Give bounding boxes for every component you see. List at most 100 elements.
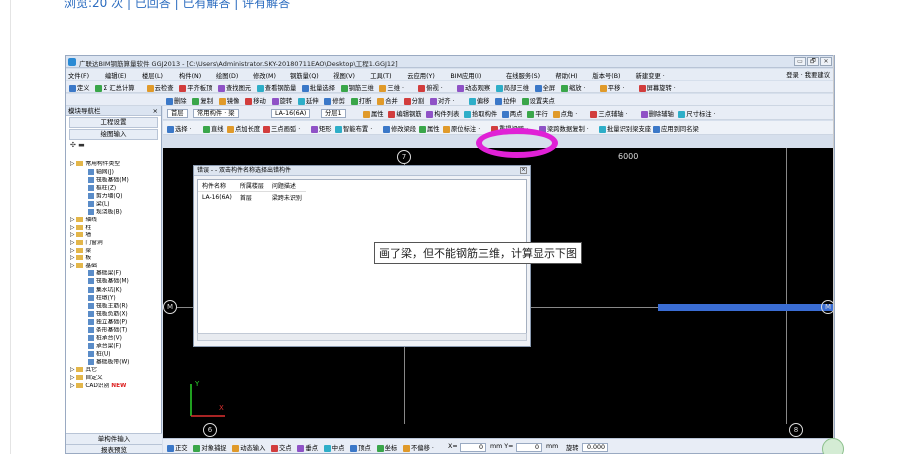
menu-item[interactable]: 版本号(B) <box>592 71 620 80</box>
drawbar-item[interactable]: 三点画弧 · <box>263 124 300 133</box>
toolbar2-item[interactable]: 复制 <box>192 96 213 105</box>
menu-item[interactable]: 编辑(E) <box>105 71 127 80</box>
tree-item[interactable]: 基础梁(F) <box>70 270 162 278</box>
tree-item[interactable]: 桩(U) <box>70 351 162 359</box>
menu-item[interactable]: 绘图(D) <box>216 71 238 80</box>
menu-item[interactable]: 楼层(L) <box>142 71 163 80</box>
layer-select-layer[interactable]: 分层1 <box>321 109 346 118</box>
menu-item[interactable]: 云应用(Y) <box>407 71 435 80</box>
drawbar-item[interactable]: 矩形 <box>311 124 332 133</box>
table-row[interactable]: LA-16(6A) 首层 梁跨未识别 <box>198 192 306 204</box>
layer-tool[interactable]: 平行 <box>527 109 548 118</box>
layer-tool[interactable]: 属性 <box>363 109 384 118</box>
toolbar1-item[interactable]: 平移 · <box>599 83 624 92</box>
toolbar2-item[interactable]: 分割 <box>403 96 424 105</box>
menu-item[interactable]: 文件(F) <box>68 71 89 80</box>
toolbar1-item[interactable]: Σ 汇总计算 <box>95 83 135 92</box>
tree-item[interactable]: 承台梁(F) <box>70 343 162 351</box>
toolbar1-item[interactable]: 平齐板顶 <box>179 83 212 92</box>
tree-item[interactable]: ▷ 常用构件类型 <box>70 161 162 169</box>
menu-item[interactable]: 工具(T) <box>370 71 391 80</box>
status-toggle[interactable]: 中点 <box>323 443 344 452</box>
toolbar2-item[interactable]: 延伸 <box>298 96 319 105</box>
toolbar1-item[interactable]: 定义 <box>69 83 90 92</box>
drawbar-item[interactable]: 点加长度 <box>227 124 260 133</box>
status-toggle[interactable]: 交点 <box>271 443 292 452</box>
tree-item[interactable]: 现浇板(B) <box>70 209 162 217</box>
y-input[interactable]: 0 <box>516 443 542 452</box>
tree-item[interactable]: ▷ 轴线 <box>70 217 162 225</box>
drawbar-item[interactable]: 直线 <box>203 124 224 133</box>
toolbar2-item[interactable]: 移动 <box>245 96 266 105</box>
layer-tool[interactable]: 拾取构件 <box>464 109 497 118</box>
layer-tool[interactable]: 三点辅轴 · <box>590 109 628 118</box>
toolbar2-item[interactable]: 旋转 <box>271 96 292 105</box>
drawbar-item[interactable]: 属性 <box>419 124 440 133</box>
menu-item[interactable]: 帮助(H) <box>555 71 577 80</box>
dialog-close-icon[interactable]: × <box>520 167 527 174</box>
tree-item[interactable]: ▷ 其它 <box>70 367 162 375</box>
layer-tool[interactable]: 编辑钢筋 <box>388 109 422 118</box>
toolbar1-item[interactable]: 动态观察 <box>457 83 490 92</box>
status-toggle[interactable]: 坐标 <box>376 443 397 452</box>
layer-tool[interactable]: 构件列表 <box>426 109 459 118</box>
column-header[interactable]: 构件名称 <box>198 180 236 192</box>
toolbar1-item[interactable]: 全屏 <box>534 83 555 92</box>
close-button[interactable]: ✕ <box>820 57 832 66</box>
tree-item[interactable]: ▷ 梁 <box>70 247 162 256</box>
drawbar-item[interactable]: 原位标注 · <box>443 124 480 133</box>
toolbar1-item[interactable]: 云检查 <box>146 83 173 92</box>
menu-item[interactable]: 在线服务(S) <box>506 71 540 80</box>
menu-item[interactable]: 新建变更 · <box>636 71 665 80</box>
column-header[interactable]: 所属楼层 <box>235 180 268 192</box>
floating-widget-icon[interactable] <box>822 438 844 454</box>
dialog-hscrollbar[interactable] <box>197 333 527 341</box>
status-toggle[interactable]: 垂点 <box>297 443 318 452</box>
tree-item[interactable]: 轴网(J) <box>70 168 162 177</box>
nav-btn-single-input[interactable]: 单构件输入 <box>66 433 162 444</box>
tree-item[interactable]: 剪力墙(Q) <box>70 192 162 201</box>
rotate-input[interactable]: 0.000 <box>582 443 608 452</box>
tree-item[interactable]: ▷ 板 <box>70 255 162 263</box>
toolbar2-item[interactable]: 合并 <box>377 96 398 105</box>
tree-item[interactable]: 集水坑(K) <box>70 286 162 295</box>
layer-tool[interactable]: 两点 <box>501 109 522 118</box>
tree-item[interactable]: 独立基础(P) <box>70 318 162 327</box>
nav-btn-draw-input[interactable]: 绘图输入 <box>69 129 158 140</box>
toolbar1-item[interactable]: 屏幕旋转 · <box>638 83 676 92</box>
tree-item[interactable]: 梁(L) <box>70 200 162 209</box>
tree-item[interactable]: ▷ 自定义 <box>70 375 162 383</box>
drawbar-item[interactable]: 批量识别梁支座 <box>599 124 651 133</box>
column-header[interactable]: 问题描述 <box>267 180 306 192</box>
layer-select-floor[interactable]: 首层 <box>167 109 188 118</box>
status-toggle[interactable]: 顶点 <box>350 443 371 452</box>
drawbar-item[interactable]: 选择 · <box>167 124 192 133</box>
drawbar-item[interactable]: 修改梁段 <box>383 124 416 133</box>
tree-item[interactable]: ▷ 墙 <box>70 232 162 240</box>
tree-item[interactable]: 筏板基础(M) <box>70 176 162 185</box>
tree-item[interactable]: ▷ 柱 <box>70 224 162 233</box>
nav-tools[interactable]: ✣ ▬ <box>66 141 161 152</box>
menu-item[interactable]: 修改(M) <box>253 71 276 80</box>
top-links[interactable]: 浏览:20 次 | 已回答 | 已有解答 | 评有解答 <box>64 0 290 11</box>
tree-item[interactable]: 条形基础(T) <box>70 326 162 335</box>
toolbar2-item[interactable]: 拉伸 <box>495 96 516 105</box>
layer-tool[interactable]: 点角 · <box>552 109 577 118</box>
toolbar2-item[interactable]: 打断 <box>350 96 371 105</box>
toolbar2-item[interactable]: 删除 <box>166 96 187 105</box>
tree-item[interactable]: 柱墩(Y) <box>70 294 162 303</box>
tree-item[interactable]: ▷ CAD识别 NEW <box>70 382 162 391</box>
beam-segment[interactable] <box>658 304 834 311</box>
nav-btn-report-preview[interactable]: 报表预览 <box>66 444 162 453</box>
toolbar2-item[interactable]: 设置夹点 <box>521 96 555 105</box>
toolbar1-item[interactable]: 缩放 · <box>561 83 586 92</box>
toolbar2-item[interactable]: 镜像 <box>218 96 239 105</box>
layer-tool[interactable]: 删除辅轴 <box>640 109 674 118</box>
menu-item[interactable]: BIM应用(I) <box>450 71 481 80</box>
tree-item[interactable]: ▷ 门窗洞 <box>70 239 162 248</box>
minimize-button[interactable]: ▭ <box>794 57 806 66</box>
menu-item[interactable]: 视图(V) <box>333 71 355 80</box>
status-toggle[interactable]: 动态输入 <box>232 443 265 452</box>
x-input[interactable]: 0 <box>460 443 486 452</box>
menu-item[interactable]: 构件(N) <box>179 71 201 80</box>
